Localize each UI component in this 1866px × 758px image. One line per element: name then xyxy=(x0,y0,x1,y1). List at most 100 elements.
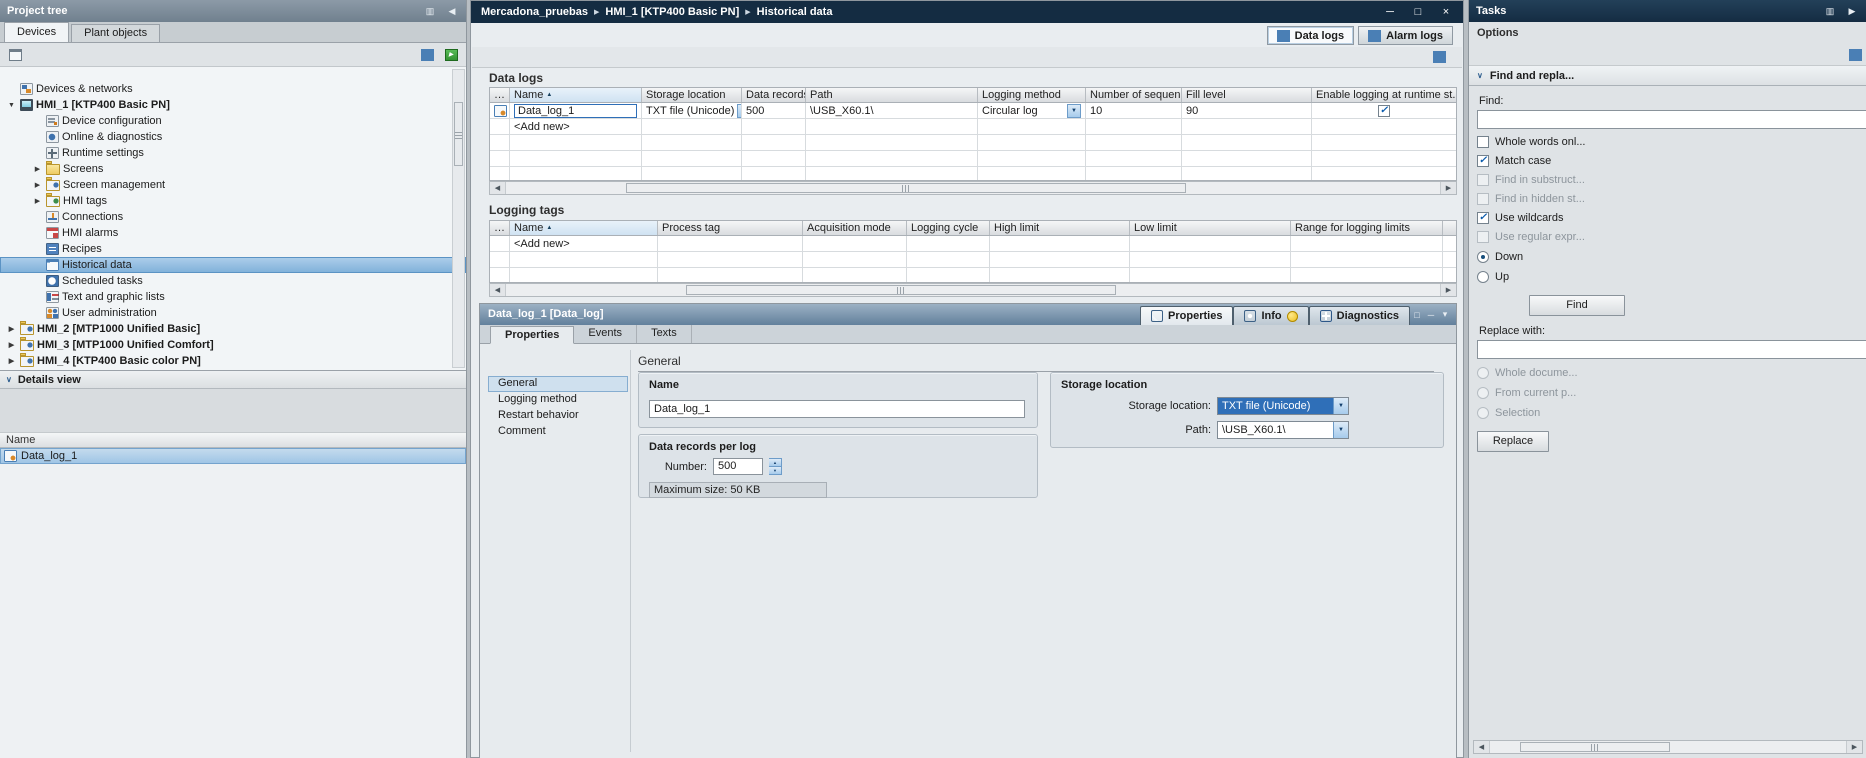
column-header-process-tag[interactable]: Process tag xyxy=(658,221,803,235)
whole-words-checkbox[interactable] xyxy=(1477,136,1489,148)
tree-item-text-graphic-lists[interactable]: Text and graphic lists xyxy=(0,289,466,305)
path-cell[interactable]: \USB_X60.1\ xyxy=(806,103,978,119)
pane-minimize-icon[interactable]: ─ xyxy=(1424,310,1438,320)
column-header-number-of-sequence[interactable]: Number of sequen... xyxy=(1086,88,1182,102)
number-input[interactable]: 500 xyxy=(713,458,763,475)
column-header-row-indicator[interactable]: … xyxy=(490,221,510,235)
scroll-right-icon[interactable]: ▶ xyxy=(1440,284,1456,296)
tab-alarm-logs[interactable]: Alarm logs xyxy=(1358,26,1453,45)
tree-item-user-administration[interactable]: User administration xyxy=(0,305,466,321)
find-input[interactable] xyxy=(1477,110,1866,129)
breadcrumb-editor[interactable]: Historical data xyxy=(757,6,833,18)
add-new-cell[interactable]: <Add new> xyxy=(510,119,642,135)
scroll-left-icon[interactable]: ◀ xyxy=(1474,741,1490,753)
details-view-header[interactable]: ∨ Details view xyxy=(0,371,466,389)
nav-item-general[interactable]: General xyxy=(488,376,628,392)
tree-item-recipes[interactable]: Recipes xyxy=(0,241,466,257)
expand-collapse-icon[interactable]: ▶ xyxy=(32,197,43,205)
column-header-logging-cycle[interactable]: Logging cycle xyxy=(907,221,990,235)
enable-logging-checkbox[interactable]: ✓ xyxy=(1378,105,1390,117)
option-match-case[interactable]: ✓ Match case xyxy=(1477,155,1866,167)
scroll-left-icon[interactable]: ◀ xyxy=(490,182,506,194)
column-header-row-indicator[interactable]: … xyxy=(490,88,510,102)
auto-collapse-icon[interactable]: ▥ xyxy=(1823,6,1837,17)
tab-data-logs[interactable]: Data logs xyxy=(1267,26,1355,45)
add-new-row[interactable]: <Add new> xyxy=(490,119,1456,135)
replace-input[interactable] xyxy=(1477,340,1866,359)
column-header-logging-method[interactable]: Logging method xyxy=(978,88,1086,102)
name-input[interactable]: Data_log_1 xyxy=(649,400,1025,418)
dropdown-icon[interactable]: ▼ xyxy=(1333,422,1348,438)
logging-tags-horizontal-scrollbar[interactable]: ◀ ▶ xyxy=(489,283,1457,297)
add-new-row[interactable]: <Add new> xyxy=(490,236,1456,252)
dropdown-icon[interactable]: ▼ xyxy=(1067,104,1081,118)
expand-collapse-icon[interactable]: ▶ xyxy=(32,165,43,173)
spin-up-icon[interactable]: ▲ xyxy=(769,459,781,467)
tree-scrollbar-thumb[interactable] xyxy=(454,102,463,166)
scroll-left-icon[interactable]: ◀ xyxy=(490,284,506,296)
tree-item-hmi-tags[interactable]: ▶ HMI tags xyxy=(0,193,466,209)
tree-item-scheduled-tasks[interactable]: Scheduled tasks xyxy=(0,273,466,289)
expand-collapse-icon[interactable]: ▶ xyxy=(32,181,43,189)
tab-properties-view[interactable]: Properties xyxy=(1140,306,1233,325)
number-of-sequence-cell[interactable]: 10 xyxy=(1086,103,1182,119)
export-icon[interactable] xyxy=(1430,49,1448,65)
storage-location-cell[interactable]: TXT file (Unicode) ▼ xyxy=(642,103,742,119)
scroll-right-icon[interactable]: ▶ xyxy=(1440,182,1456,194)
logging-method-cell[interactable]: Circular log ▼ xyxy=(978,103,1086,119)
find-replace-section-header[interactable]: ∨ Find and repla... xyxy=(1469,66,1866,86)
tree-item-online-diagnostics[interactable]: Online & diagnostics xyxy=(0,129,466,145)
column-header-name[interactable]: Name ▲ xyxy=(510,221,658,235)
tab-properties[interactable]: Properties xyxy=(490,326,574,344)
fill-level-cell[interactable]: 90 xyxy=(1182,103,1312,119)
collapse-panel-icon[interactable]: ▶ xyxy=(1845,6,1859,17)
expand-collapse-icon[interactable]: ▶ xyxy=(6,341,17,349)
tree-item-connections[interactable]: Connections xyxy=(0,209,466,225)
tree-scrollbar[interactable] xyxy=(452,69,465,368)
number-stepper[interactable]: ▲ ▼ xyxy=(769,458,782,475)
close-icon[interactable]: × xyxy=(1439,6,1453,18)
column-header-storage-location[interactable]: Storage location xyxy=(642,88,742,102)
tab-events[interactable]: Events xyxy=(574,325,637,343)
tab-devices[interactable]: Devices xyxy=(4,22,69,42)
expand-collapse-icon[interactable]: ▼ xyxy=(6,102,17,109)
column-header-path[interactable]: Path xyxy=(806,88,978,102)
tab-texts[interactable]: Texts xyxy=(637,325,692,343)
column-header-fill-level[interactable]: Fill level xyxy=(1182,88,1312,102)
replace-button[interactable]: Replace xyxy=(1477,431,1549,452)
tab-plant-objects[interactable]: Plant objects xyxy=(71,24,160,42)
scroll-right-icon[interactable]: ▶ xyxy=(1846,741,1862,753)
tree-item-hmi-1[interactable]: ▼ HMI_1 [KTP400 Basic PN] xyxy=(0,97,466,113)
tab-diagnostics-view[interactable]: Diagnostics xyxy=(1309,306,1410,325)
spin-down-icon[interactable]: ▼ xyxy=(769,467,781,474)
storage-location-select[interactable]: TXT file (Unicode) ▼ xyxy=(1217,397,1349,415)
restore-icon[interactable]: □ xyxy=(1411,6,1425,18)
scrollbar-thumb[interactable] xyxy=(686,285,1116,295)
tasks-horizontal-scrollbar[interactable]: ◀ ▶ xyxy=(1473,740,1863,754)
nav-item-comment[interactable]: Comment xyxy=(488,424,628,440)
tree-item-runtime-settings[interactable]: Runtime settings xyxy=(0,145,466,161)
down-radio[interactable] xyxy=(1477,251,1489,263)
column-header-high-limit[interactable]: High limit xyxy=(990,221,1130,235)
column-header-range-for-logging-limits[interactable]: Range for logging limits xyxy=(1291,221,1443,235)
breadcrumb-device[interactable]: HMI_1 [KTP400 Basic PN] xyxy=(605,6,739,18)
diagram-view-icon[interactable] xyxy=(418,47,436,63)
column-header-extra[interactable] xyxy=(1443,221,1456,235)
match-case-checkbox[interactable]: ✓ xyxy=(1477,155,1489,167)
configure-view-icon[interactable] xyxy=(6,47,24,63)
dropdown-icon[interactable]: ▼ xyxy=(1333,398,1348,414)
expand-collapse-icon[interactable]: ▶ xyxy=(6,325,17,333)
name-cell-editor[interactable]: Data_log_1 xyxy=(514,104,637,118)
tree-item-hmi-3[interactable]: ▶ HMI_3 [MTP1000 Unified Comfort] xyxy=(0,337,466,353)
pane-collapse-icon[interactable]: ▾ xyxy=(1438,309,1452,320)
add-new-cell[interactable]: <Add new> xyxy=(510,236,658,252)
scrollbar-thumb[interactable] xyxy=(1520,742,1670,752)
collapse-panel-icon[interactable]: ◀ xyxy=(445,6,459,17)
data-log-row[interactable]: Data_log_1 TXT file (Unicode) ▼ 500 \USB… xyxy=(490,103,1456,119)
nav-item-restart-behavior[interactable]: Restart behavior xyxy=(488,408,628,424)
data-logs-horizontal-scrollbar[interactable]: ◀ ▶ xyxy=(489,181,1457,195)
tree-item-hmi-2[interactable]: ▶ HMI_2 [MTP1000 Unified Basic] xyxy=(0,321,466,337)
column-header-acquisition-mode[interactable]: Acquisition mode xyxy=(803,221,907,235)
column-header-low-limit[interactable]: Low limit xyxy=(1130,221,1291,235)
expand-collapse-icon[interactable]: ▶ xyxy=(6,357,17,365)
